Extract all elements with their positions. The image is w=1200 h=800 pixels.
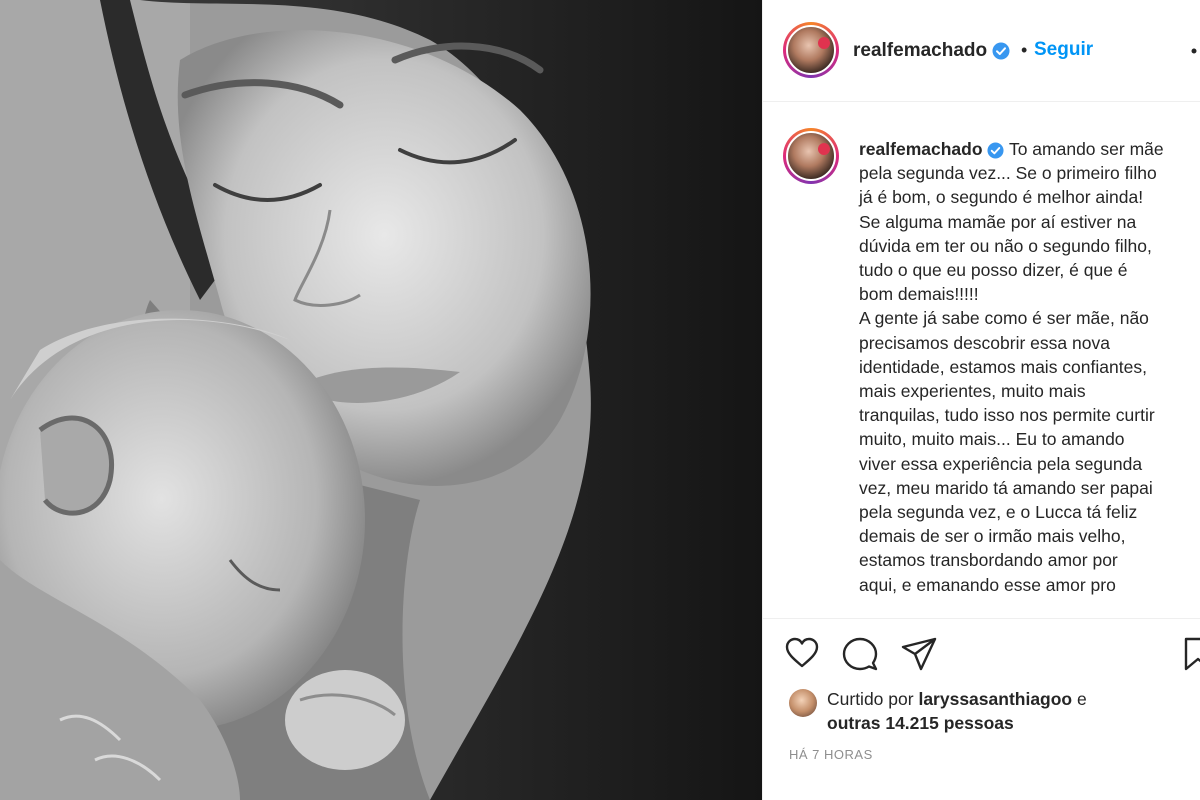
caption-line: precisamos descobrir essa nova — [859, 332, 1110, 353]
caption-line: A gente já sabe como é ser mãe, não — [859, 308, 1149, 329]
caption-line: pela segunda vez... Se o primeiro filho — [859, 163, 1157, 184]
liked-by-conj: e — [1077, 689, 1087, 709]
caption-line: viver essa experiência pela segunda — [859, 453, 1143, 474]
post-sidebar: realfemachado • Seguir realfemachado To … — [762, 0, 1200, 800]
caption-line: muito, muito mais... Eu to amando — [859, 429, 1125, 450]
caption-line: demais de ser o irmão mais velho, — [859, 526, 1126, 547]
verified-badge-icon — [992, 42, 1010, 60]
caption-line: mais experientes, muito mais — [859, 381, 1086, 402]
caption-line: dúvida em ter ou não o segundo filho, — [859, 235, 1152, 256]
caption-line: To amando ser mãe — [1008, 139, 1164, 159]
caption-line: tudo o que eu posso dizer, é que é — [859, 260, 1128, 281]
bookmark-icon[interactable] — [1184, 637, 1200, 671]
caption-line: tranquilas, tudo isso nos permite curtir — [859, 405, 1155, 426]
author-username-text[interactable]: realfemachado — [853, 40, 987, 61]
caption-line: pela segunda vez, e o Lucca tá feliz — [859, 502, 1138, 523]
author-username[interactable]: realfemachado — [853, 40, 1010, 62]
likes-count-link[interactable]: outras 14.215 pessoas — [827, 713, 1014, 733]
liked-by-text: Curtido por laryssasanthiagoo e outras 1… — [827, 687, 1187, 735]
post-timestamp[interactable]: HÁ 7 HORAS — [789, 747, 873, 762]
follow-button[interactable]: Seguir — [1034, 39, 1093, 61]
photo-illustration — [0, 0, 762, 800]
caption-line: já é bom, o segundo é melhor ainda! — [859, 187, 1144, 208]
author-avatar[interactable] — [783, 22, 839, 78]
share-icon[interactable] — [901, 637, 937, 671]
caption-line: vez, meu marido tá amando ser papai — [859, 477, 1153, 498]
header-separator: • — [1021, 40, 1028, 60]
heart-icon[interactable] — [785, 637, 819, 669]
liker-avatar[interactable] — [789, 689, 817, 717]
caption-line: bom demais!!!!! — [859, 284, 979, 305]
post-header: realfemachado • Seguir — [763, 0, 1200, 102]
caption-section: realfemachado To amando ser mãe pela seg… — [763, 103, 1200, 618]
caption-line: identidade, estamos mais confiantes, — [859, 356, 1147, 377]
verified-badge-icon — [987, 142, 1004, 159]
comment-icon[interactable] — [842, 637, 878, 671]
caption-author-avatar[interactable] — [783, 128, 839, 184]
liker-username[interactable]: laryssasanthiagoo — [918, 689, 1072, 709]
post-actions: Curtido por laryssasanthiagoo e outras 1… — [763, 618, 1200, 800]
caption-line: Se alguma mamãe por aí estiver na — [859, 211, 1137, 232]
caption-line: aqui, e emanando esse amor pro — [859, 574, 1116, 595]
post-photo[interactable] — [0, 0, 762, 800]
caption-username[interactable]: realfemachado — [859, 139, 983, 159]
liked-by-prefix: Curtido por — [827, 689, 914, 709]
caption-line: estamos transbordando amor por — [859, 550, 1118, 571]
post-caption: realfemachado To amando ser mãe pela seg… — [859, 137, 1200, 597]
more-options-icon[interactable] — [1189, 46, 1199, 56]
